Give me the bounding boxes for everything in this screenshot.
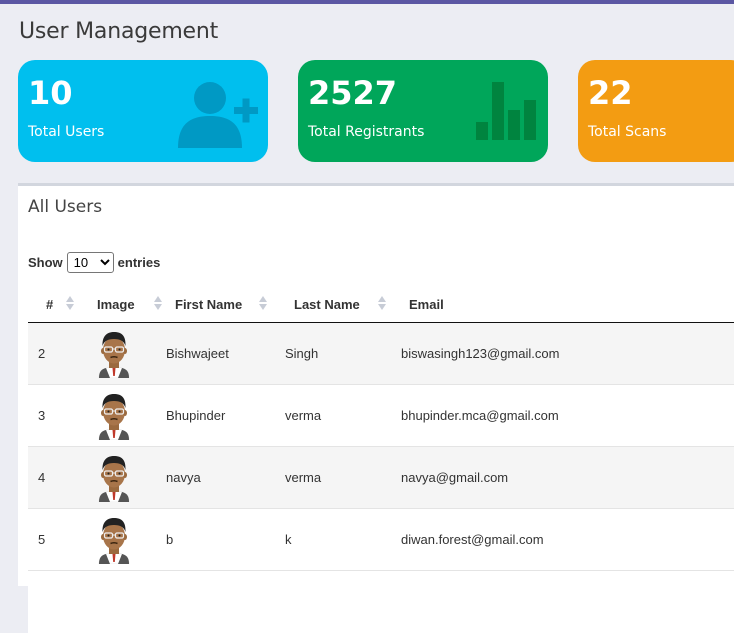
table-header-row: # Image First Name Last Name Email [28, 285, 734, 323]
cell-last-name: verma [285, 384, 401, 447]
cell-last-name: k [285, 508, 401, 571]
total-registrants-label: Total Registrants [308, 124, 425, 140]
user-plus-icon [178, 82, 258, 148]
users-table: # Image First Name Last Name Email 2 Bis… [28, 285, 734, 633]
col-header-email-label: Email [409, 297, 444, 312]
cell-number: 5 [28, 508, 78, 571]
table-row[interactable]: 5 b k diwan.forest@gmail.com [28, 508, 734, 571]
sort-icon [154, 296, 162, 312]
cell-number: 2 [28, 322, 78, 385]
entries-label: entries [117, 255, 161, 270]
cell-image [78, 322, 166, 385]
cell-email: diwan.forest@gmail.com [401, 508, 734, 571]
cell-first-name: b [166, 508, 285, 571]
total-users-card[interactable]: 10 Total Users [18, 60, 268, 162]
sort-icon [378, 296, 386, 312]
col-header-number[interactable]: # [28, 285, 78, 323]
page-title: User Management [19, 19, 219, 44]
col-header-email[interactable]: Email [401, 285, 734, 323]
cell-email: bhupinder.mca@gmail.com [401, 384, 734, 447]
total-registrants-card[interactable]: 2527 Total Registrants [298, 60, 548, 162]
col-header-number-label: # [46, 297, 54, 312]
table-row[interactable] [28, 570, 734, 633]
col-header-image-label: Image [97, 297, 135, 312]
show-label: Show [28, 255, 63, 270]
col-header-first-name[interactable]: First Name [166, 285, 285, 323]
panel-title: All Users [28, 197, 103, 217]
cell-number: 4 [28, 446, 78, 509]
col-header-last-name[interactable]: Last Name [285, 285, 401, 323]
total-users-value: 10 [28, 74, 73, 112]
cell-last-name: Singh [285, 322, 401, 385]
page-size-control: Show 10 entries [28, 252, 160, 273]
avatar [98, 517, 130, 564]
cell-first-name: Bishwajeet [166, 322, 285, 385]
avatar [98, 331, 130, 378]
cell-first-name: navya [166, 446, 285, 509]
sort-icon [66, 296, 74, 312]
col-header-image[interactable]: Image [78, 285, 166, 323]
cell-image [78, 384, 166, 447]
sort-icon [259, 296, 267, 312]
table-row-partial [28, 570, 734, 633]
cell-image [78, 446, 166, 509]
total-scans-value: 22 [588, 74, 633, 112]
total-users-label: Total Users [28, 124, 105, 140]
col-header-first-name-label: First Name [175, 297, 243, 312]
top-accent-bar [0, 0, 734, 4]
table-row[interactable]: 2 Bishwajeet Singh biswasingh123@gmail.c… [28, 322, 734, 385]
total-scans-card[interactable]: 22 Total Scans [578, 60, 734, 162]
all-users-panel: All Users Show 10 entries # Image First … [18, 183, 734, 633]
avatar [98, 455, 130, 502]
cell-last-name: verma [285, 446, 401, 509]
table-row[interactable]: 3 Bhupinder verma bhupinder.mca@gmail.co… [28, 384, 734, 447]
col-header-last-name-label: Last Name [294, 297, 360, 312]
cell-email: navya@gmail.com [401, 446, 734, 509]
bar-chart-icon [476, 82, 536, 140]
total-scans-label: Total Scans [588, 124, 667, 140]
total-registrants-value: 2527 [308, 74, 398, 112]
page-size-select[interactable]: 10 [66, 252, 114, 273]
cell-number: 3 [28, 384, 78, 447]
cell-image [78, 508, 166, 571]
cell-email: biswasingh123@gmail.com [401, 322, 734, 385]
cell-first-name: Bhupinder [166, 384, 285, 447]
table-row[interactable]: 4 navya verma navya@gmail.com [28, 446, 734, 509]
avatar [98, 393, 130, 440]
